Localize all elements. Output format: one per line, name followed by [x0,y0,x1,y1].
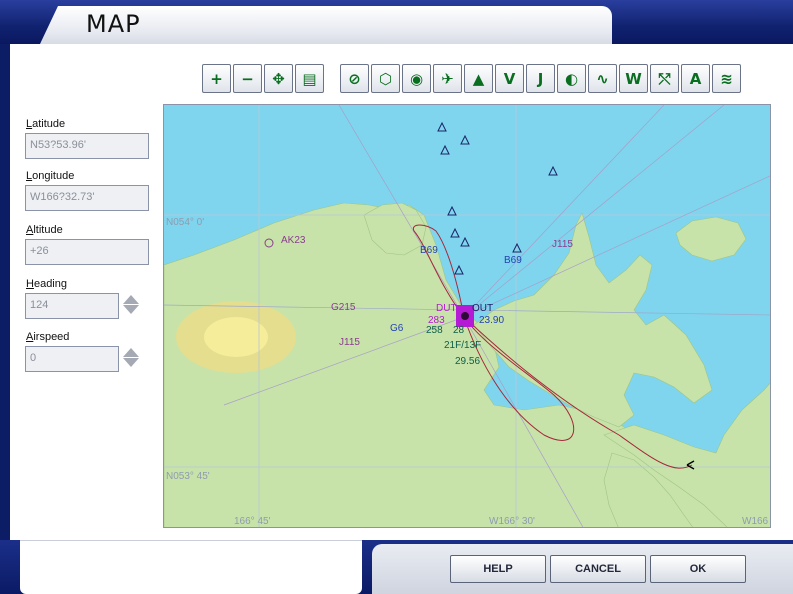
map-view[interactable]: N054° 0' N053° 45' W166 166° 45' W166° 3… [163,104,771,528]
jet-airway-icon: J [537,69,544,88]
ndb-button[interactable]: ⬡ [371,64,400,93]
grid-label-w166: W166 [742,516,769,527]
airway-label: J115 [552,239,573,250]
status-area [20,540,362,594]
window-title: MAP [86,10,141,38]
print-button[interactable]: ▤ [295,64,324,93]
jet-airway-button[interactable]: J [526,64,555,93]
runway-label: 21F/13F [444,340,481,351]
victor-airway-button[interactable]: V [495,64,524,93]
terrain-button[interactable]: ≋ [712,64,741,93]
layer-tools-group: ⊘ ⬡ ◉ ✈ ▲ V J ◐ ∿ W ⤲ A ≋ [340,64,741,94]
vor-icon: ◉ [409,69,424,88]
airspace-icon: ◐ [564,69,579,88]
latitude-field[interactable]: N53?53.96' [25,133,149,159]
intersection-button[interactable]: ▲ [464,64,493,93]
freq-label: 28 [453,325,465,336]
grid-label-n54: N054° 0' [166,217,204,228]
cancel-button[interactable]: CANCEL [550,555,646,583]
view-tools-group: + − ✥ ▤ [202,64,324,94]
center-button[interactable]: ✥ [264,64,293,93]
airway-label: B69 [504,255,522,266]
airspace-button[interactable]: ◐ [557,64,586,93]
airport-button[interactable]: ⊘ [340,64,369,93]
zoom-in-button[interactable]: + [202,64,231,93]
freq-label: 23.90 [479,315,504,326]
airway-label: J115 [339,337,360,348]
airspeed-label: Airspeed [26,331,70,343]
flightpath-icon: ✈ [441,69,454,88]
grid-label-w166a: 166° 45' [234,516,271,527]
high-low-button[interactable]: ⤲ [650,64,679,93]
map-canvas[interactable]: N054° 0' N053° 45' W166 166° 45' W166° 3… [164,105,771,528]
runway-length-label: 29.56 [455,356,480,367]
airway-label: B69 [420,245,438,256]
center-icon: ✥ [272,69,285,88]
airway-label: G6 [390,323,404,334]
zoom-in-icon: + [210,69,223,88]
airport-dut-icon [461,312,469,320]
terrain-peak [204,317,268,357]
heading-field[interactable]: 124 [25,293,119,319]
intersection-label: OUT [472,303,493,314]
print-icon: ▤ [302,69,317,88]
grid-label-n53: N053° 45' [166,471,210,482]
spin-down-icon[interactable] [123,305,139,314]
heading-label: Heading [26,278,67,290]
latitude-label: Latitude [26,118,66,130]
ok-button[interactable]: OK [650,555,746,583]
altitude-icon: A [689,69,702,88]
altitude-button[interactable]: A [681,64,710,93]
airport-label: AK23 [281,235,306,246]
airspeed-field[interactable]: 0 [25,346,119,372]
airspeed-spinner[interactable] [122,347,140,371]
zoom-out-button[interactable]: − [233,64,262,93]
grid-label-w166b: W166° 30' [489,516,535,527]
longitude-label: Longitude [26,170,75,182]
victor-airway-icon: V [503,69,516,88]
vor-button[interactable]: ◉ [402,64,431,93]
weather-icon: W [625,69,642,88]
route-button[interactable]: ∿ [588,64,617,93]
terrain-icon: ≋ [720,69,733,88]
heading-spinner[interactable] [122,294,140,318]
spin-up-icon[interactable] [123,295,139,304]
intersection-icon: ▲ [472,69,485,88]
airport-icon: ⊘ [348,69,361,88]
altitude-field[interactable]: +26 [25,239,149,265]
flightpath-button[interactable]: ✈ [433,64,462,93]
altitude-label: Altitude [26,224,63,236]
spin-up-icon[interactable] [123,348,139,357]
vor-label: DUT [436,303,457,314]
help-button[interactable]: HELP [450,555,546,583]
airway-label: G215 [331,302,356,313]
map-toolbar: + − ✥ ▤ ⊘ ⬡ ◉ ✈ ▲ V J ◐ ∿ W ⤲ A ≋ [202,64,755,94]
route-icon: ∿ [596,69,609,88]
weather-button[interactable]: W [619,64,648,93]
longitude-field[interactable]: W166?32.73' [25,185,149,211]
ndb-icon: ⬡ [378,69,393,88]
zoom-out-icon: − [241,69,254,88]
freq-label: 258 [426,325,443,336]
high-low-icon: ⤲ [658,69,671,88]
spin-down-icon[interactable] [123,358,139,367]
